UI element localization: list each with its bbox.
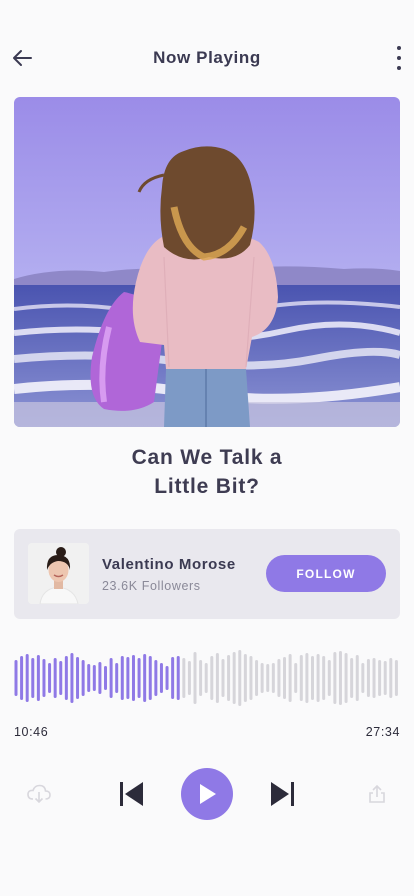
- waveform-bar: [115, 663, 119, 693]
- waveform-bar: [109, 658, 113, 698]
- page-title: Now Playing: [153, 48, 261, 67]
- waveform-bar: [283, 657, 287, 699]
- waveform-bar: [31, 658, 35, 698]
- audio-waveform-scrubber[interactable]: [14, 648, 400, 708]
- waveform-bar: [64, 656, 68, 700]
- follow-button[interactable]: FOLLOW: [266, 555, 386, 592]
- waveform-bar: [227, 655, 231, 701]
- waveform-bar: [221, 659, 225, 697]
- share-icon: [369, 784, 385, 803]
- download-icon: [27, 784, 51, 804]
- download-button[interactable]: [26, 782, 52, 806]
- waveform-bar: [137, 658, 141, 698]
- waveform-bar: [333, 652, 337, 704]
- waveform-bar: [394, 660, 398, 696]
- waveform-bar: [271, 663, 275, 693]
- waveform-bar: [104, 666, 108, 690]
- waveform-bar: [70, 653, 74, 703]
- waveform-bar: [232, 652, 236, 704]
- waveform-bar: [143, 654, 147, 702]
- waveform-bar: [199, 660, 203, 696]
- waveform-bar: [310, 656, 314, 700]
- waveform-bar: [305, 653, 309, 703]
- followers-count: 23.6K Followers: [102, 579, 201, 593]
- artist-avatar[interactable]: [28, 543, 89, 604]
- waveform-bar: [36, 655, 40, 701]
- waveform-bar: [350, 658, 354, 698]
- song-title-line-1: Can We Talk a: [131, 446, 283, 469]
- current-time: 10:46: [14, 725, 49, 739]
- waveform-bar: [338, 651, 342, 705]
- waveform-bar: [92, 665, 96, 691]
- waveform-bar: [53, 658, 57, 698]
- play-icon: [200, 784, 216, 804]
- waveform-bar: [266, 664, 270, 692]
- waveform-bar: [76, 657, 80, 699]
- waveform-bar: [288, 654, 292, 702]
- waveform-bar: [165, 666, 169, 690]
- waveform-bar: [131, 655, 135, 701]
- waveform-bar: [322, 656, 326, 700]
- waveform-bar: [260, 663, 264, 693]
- waveform-bar: [210, 656, 214, 700]
- waveform-bar: [204, 663, 208, 693]
- waveform-bar: [59, 661, 63, 695]
- waveform-bar: [344, 653, 348, 703]
- waveform-bar: [193, 652, 197, 704]
- skip-previous-icon: [120, 782, 143, 806]
- waveform-bar: [148, 656, 152, 700]
- more-options-button[interactable]: [394, 46, 404, 70]
- artist-name[interactable]: Valentino Morose: [102, 556, 236, 573]
- playback-controls: [0, 768, 414, 820]
- waveform-bar: [299, 655, 303, 701]
- waveform-bar: [215, 653, 219, 703]
- waveform-bar: [14, 660, 18, 696]
- waveform-bar: [159, 663, 163, 693]
- top-bar: Now Playing: [0, 36, 414, 80]
- waveform-bar: [154, 660, 158, 696]
- more-vertical-icon: [397, 46, 401, 50]
- artist-card: Valentino Morose 23.6K Followers FOLLOW: [14, 529, 400, 619]
- skip-next-icon: [271, 782, 294, 806]
- waveform-bar: [238, 650, 242, 706]
- waveform-bar: [366, 659, 370, 697]
- waveform-bar: [42, 659, 46, 697]
- album-cover: [14, 97, 400, 427]
- waveform-bar: [182, 658, 186, 698]
- song-title: Can We Talk a Little Bit?: [60, 443, 354, 501]
- waveform-bar: [20, 656, 24, 700]
- waveform-bar: [378, 660, 382, 696]
- waveform-bar: [120, 656, 124, 700]
- waveform-bar: [81, 660, 85, 696]
- play-button[interactable]: [181, 768, 233, 820]
- waveform-bar: [176, 656, 180, 700]
- previous-track-button[interactable]: [116, 780, 146, 808]
- total-time: 27:34: [365, 725, 400, 739]
- waveform-bar: [316, 654, 320, 702]
- waveform-bar: [187, 661, 191, 695]
- waveform-bar: [249, 656, 253, 700]
- waveform-bar: [294, 663, 298, 693]
- waveform-bar: [255, 660, 259, 696]
- waveform-bar: [171, 657, 175, 699]
- waveform-bar: [389, 658, 393, 698]
- share-button[interactable]: [365, 782, 389, 806]
- waveform-bar: [277, 659, 281, 697]
- waveform-bar: [355, 655, 359, 701]
- waveform-bar: [98, 662, 102, 694]
- waveform-bar: [87, 664, 91, 692]
- waveform-bar: [126, 657, 130, 699]
- next-track-button[interactable]: [268, 780, 298, 808]
- waveform-bar: [372, 658, 376, 698]
- waveform-bar: [48, 663, 52, 693]
- waveform-bar: [327, 660, 331, 696]
- waveform-bar: [243, 654, 247, 702]
- waveform-bar: [25, 654, 29, 702]
- waveform-bar: [361, 663, 365, 693]
- waveform-bar: [383, 661, 387, 695]
- song-title-line-2: Little Bit?: [154, 475, 260, 498]
